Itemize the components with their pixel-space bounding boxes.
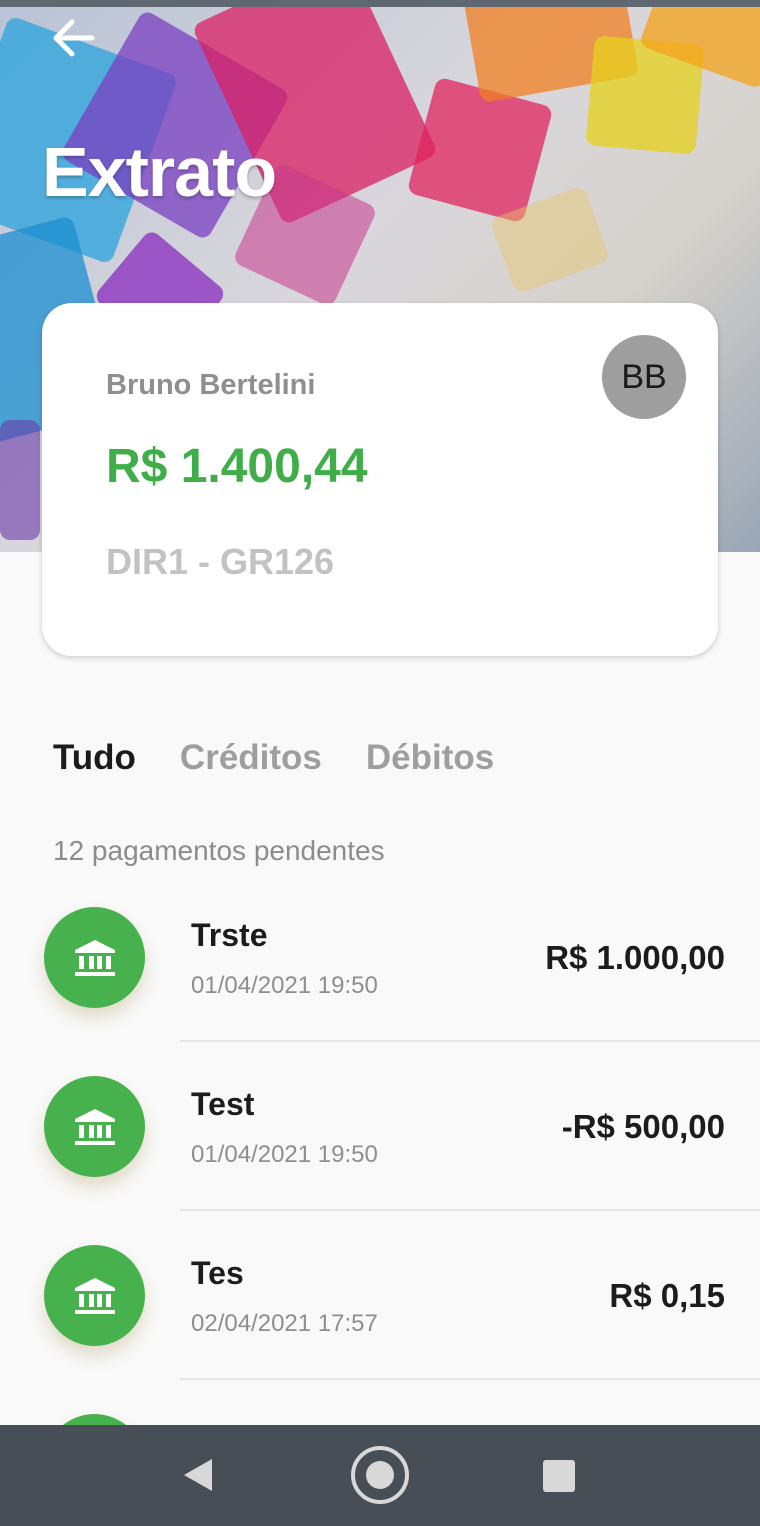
avatar[interactable]: BB	[602, 335, 686, 419]
transaction-amount: -R$ 500,00	[561, 1108, 725, 1145]
transaction-amount: R$ 0,15	[609, 1277, 725, 1314]
back-button[interactable]	[48, 14, 98, 64]
transaction-date: 01/04/2021 19:50	[191, 972, 378, 999]
decor-shape	[406, 76, 554, 224]
arrow-left-icon	[53, 19, 95, 57]
account-holder-name: Bruno Bertelini	[106, 369, 316, 401]
decor-shape	[0, 420, 40, 540]
balance-card: Bruno Bertelini R$ 1.400,44 DIR1 - GR126…	[42, 303, 718, 656]
list-item[interactable]: Trste 01/04/2021 19:50 R$ 1.000,00	[0, 873, 760, 1042]
bank-icon	[44, 1245, 145, 1346]
page-title: Extrato	[42, 133, 277, 211]
circle-home-icon	[351, 1446, 409, 1504]
tab-credits[interactable]: Créditos	[180, 738, 322, 778]
tab-all[interactable]: Tudo	[53, 738, 136, 778]
list-item[interactable]: Tes 02/04/2021 17:57 R$ 0,15	[0, 1211, 760, 1380]
bank-icon	[44, 1076, 145, 1177]
transaction-date: 02/04/2021 17:57	[191, 1310, 378, 1337]
triangle-back-icon	[184, 1459, 212, 1491]
list-item[interactable]: Test 01/04/2021 19:50 -R$ 500,00	[0, 1042, 760, 1211]
nav-back-button[interactable]	[180, 1455, 216, 1500]
bank-icon	[44, 907, 145, 1008]
filter-tabs: Tudo Créditos Débitos	[53, 738, 494, 778]
transaction-date: 01/04/2021 19:50	[191, 1141, 378, 1168]
transaction-title: Test	[191, 1086, 255, 1122]
square-recents-icon	[543, 1460, 575, 1492]
system-navigation-bar	[0, 1425, 760, 1526]
nav-home-button[interactable]	[350, 1445, 410, 1510]
account-group: DIR1 - GR126	[106, 541, 335, 582]
account-balance: R$ 1.400,44	[106, 440, 368, 493]
transaction-list: Trste 01/04/2021 19:50 R$ 1.000,00 Test …	[0, 873, 760, 1425]
bank-icon	[44, 1414, 145, 1425]
transaction-amount: R$ 1.000,00	[545, 939, 725, 976]
list-item[interactable]	[0, 1380, 760, 1425]
status-bar	[0, 0, 760, 7]
transaction-title: Trste	[191, 917, 268, 953]
pending-payments-label[interactable]: 12 pagamentos pendentes	[53, 835, 385, 867]
transaction-title: Tes	[191, 1255, 244, 1291]
tab-debits[interactable]: Débitos	[366, 738, 494, 778]
nav-recents-button[interactable]	[542, 1459, 576, 1498]
